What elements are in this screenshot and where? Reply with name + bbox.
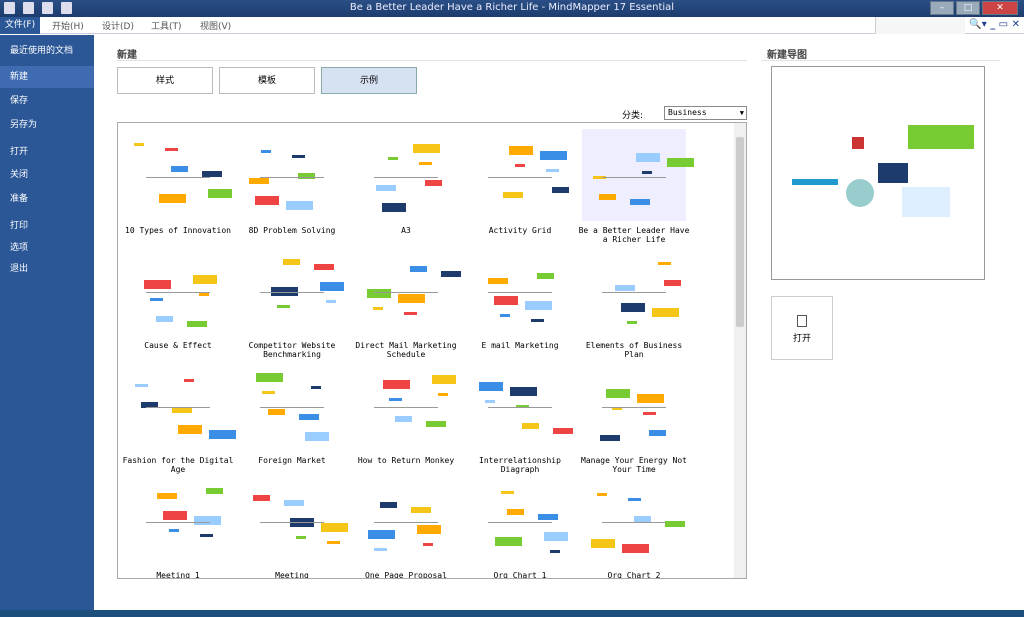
sidebar-item-prepare[interactable]: 准备 bbox=[0, 188, 94, 210]
sidebar-item-recent[interactable]: 最近使用的文档 bbox=[0, 40, 94, 62]
gallery-item[interactable]: Foreign Market bbox=[236, 355, 348, 470]
gallery-item[interactable]: Activity Grid bbox=[464, 125, 576, 240]
gallery-item-label: E mail Marketing bbox=[481, 341, 559, 350]
gallery-item-label: Cause & Effect bbox=[144, 341, 212, 350]
thumbnail bbox=[582, 359, 686, 451]
gallery-item[interactable]: Org Chart 1 bbox=[464, 470, 576, 579]
sidebar-item-close[interactable]: 关闭 bbox=[0, 164, 94, 186]
gallery-scrollbar[interactable] bbox=[734, 123, 746, 578]
sidebar-item-options[interactable]: 选项 bbox=[0, 237, 94, 259]
gallery-item[interactable]: 8D Problem Solving bbox=[236, 125, 348, 240]
thumbnail bbox=[240, 244, 344, 336]
preview-title: 新建导图 bbox=[767, 50, 807, 61]
gallery-item[interactable]: How to Return Monkey bbox=[350, 355, 462, 470]
tab-style[interactable]: 样式 bbox=[117, 67, 213, 94]
gallery-item[interactable]: Be a Better Leader Have a Richer Life bbox=[578, 125, 694, 244]
close-button[interactable]: ✕ bbox=[982, 1, 1018, 15]
menu-bar: 文件(F) 开始(H) 设计(D) 工具(T) 视图(V) 🔍▾ _ ▭ ✕ bbox=[0, 17, 1024, 34]
search-input[interactable] bbox=[875, 17, 965, 34]
gallery-item[interactable]: One Page Proposal bbox=[350, 470, 462, 579]
sidebar-item-new[interactable]: 新建 bbox=[0, 66, 94, 88]
gallery-item[interactable]: A3 bbox=[350, 125, 462, 240]
thumbnail bbox=[468, 474, 572, 566]
sidebar-item-exit[interactable]: 退出 bbox=[0, 258, 94, 280]
gallery-item[interactable]: Meeting bbox=[236, 470, 348, 579]
gallery-item-label: Meeting 1 bbox=[156, 571, 200, 579]
thumbnail bbox=[582, 129, 694, 221]
window-title: Be a Better Leader Have a Richer Life - … bbox=[349, 2, 675, 13]
gallery-item-label: 10 Types of Innovation bbox=[125, 226, 231, 235]
mdi-controls[interactable]: 🔍▾ _ ▭ ✕ bbox=[969, 19, 1020, 30]
sidebar-item-open[interactable]: 打开 bbox=[0, 141, 94, 163]
gallery-item[interactable]: Manage Your Energy Not Your Time bbox=[578, 355, 690, 474]
menu-design[interactable]: 设计(D) bbox=[102, 19, 134, 32]
menu-home[interactable]: 开始(H) bbox=[52, 19, 84, 32]
example-gallery: 10 Types of Innovation 8D Problem Solving… bbox=[117, 122, 747, 579]
thumbnail bbox=[240, 359, 344, 451]
thumbnail bbox=[126, 129, 232, 221]
thumbnail bbox=[468, 359, 573, 451]
thumbnail bbox=[354, 474, 458, 566]
gallery-item-label: Activity Grid bbox=[488, 226, 552, 235]
thumbnail bbox=[126, 359, 236, 451]
thumbnail bbox=[468, 129, 572, 221]
thumbnail bbox=[126, 474, 230, 566]
gallery-item[interactable]: Interrelationship Diagraph bbox=[464, 355, 576, 474]
gallery-item-label: One Page Proposal bbox=[365, 571, 447, 579]
open-label: 打开 bbox=[792, 334, 811, 344]
tab-template[interactable]: 模板 bbox=[219, 67, 315, 94]
category-select[interactable]: Business ▼ bbox=[664, 106, 747, 120]
thumbnail bbox=[240, 129, 344, 221]
gallery-item-label: 8D Problem Solving bbox=[248, 226, 336, 235]
menu-tools[interactable]: 工具(T) bbox=[151, 19, 182, 32]
gallery-item[interactable]: Org Chart 2 bbox=[578, 470, 690, 579]
thumbnail bbox=[582, 244, 686, 336]
thumbnail bbox=[354, 129, 458, 221]
gallery-item-label: How to Return Monkey bbox=[357, 456, 455, 465]
gallery-item[interactable]: Fashion for the Digital Age bbox=[122, 355, 236, 474]
thumbnail bbox=[126, 244, 230, 336]
restore-button[interactable]: □ bbox=[956, 1, 980, 15]
taskbar bbox=[0, 610, 1024, 617]
gallery-item[interactable]: E mail Marketing bbox=[464, 240, 576, 355]
gallery-item[interactable]: 10 Types of Innovation bbox=[122, 125, 234, 240]
gallery-item-label: Meeting bbox=[275, 571, 309, 579]
gallery-item[interactable]: Elements of Business Plan bbox=[578, 240, 690, 359]
gallery-item[interactable]: Competitor Website Benchmarking bbox=[236, 240, 348, 359]
gallery-item[interactable]: Direct Mail Marketing Schedule bbox=[350, 240, 462, 359]
gallery-item[interactable]: Meeting 1 bbox=[122, 470, 234, 579]
category-value: Business bbox=[668, 108, 707, 117]
gallery-item-label: A3 bbox=[401, 226, 411, 235]
map-preview bbox=[771, 66, 985, 280]
sidebar-item-save[interactable]: 保存 bbox=[0, 90, 94, 112]
section-title: 新建 bbox=[117, 50, 137, 61]
sidebar-item-save-as[interactable]: 另存为 bbox=[0, 114, 94, 136]
gallery-item-label: Org Chart 1 bbox=[493, 571, 547, 579]
minimize-button[interactable]: – bbox=[930, 1, 954, 15]
thumbnail bbox=[354, 244, 461, 336]
file-icon bbox=[797, 315, 807, 327]
menu-view[interactable]: 视图(V) bbox=[200, 19, 231, 32]
gallery-item-label: Org Chart 2 bbox=[607, 571, 661, 579]
gallery-item[interactable]: Cause & Effect bbox=[122, 240, 234, 355]
gallery-item-label: Foreign Market bbox=[258, 456, 326, 465]
thumbnail bbox=[468, 244, 572, 336]
backstage-sidebar: 最近使用的文档 新建 保存 另存为 打开 关闭 准备 打印 选项 退出 bbox=[0, 35, 94, 610]
title-bar: Be a Better Leader Have a Richer Life - … bbox=[0, 0, 1024, 17]
thumbnail bbox=[582, 474, 686, 566]
menu-file[interactable]: 文件(F) bbox=[0, 17, 40, 34]
chevron-down-icon: ▼ bbox=[739, 109, 744, 117]
sidebar-item-print[interactable]: 打印 bbox=[0, 215, 94, 237]
thumbnail bbox=[240, 474, 348, 566]
thumbnail bbox=[354, 359, 458, 451]
category-label: 分类: bbox=[622, 111, 644, 121]
open-button[interactable]: 打开 bbox=[771, 296, 833, 360]
tab-example[interactable]: 示例 bbox=[321, 67, 417, 94]
